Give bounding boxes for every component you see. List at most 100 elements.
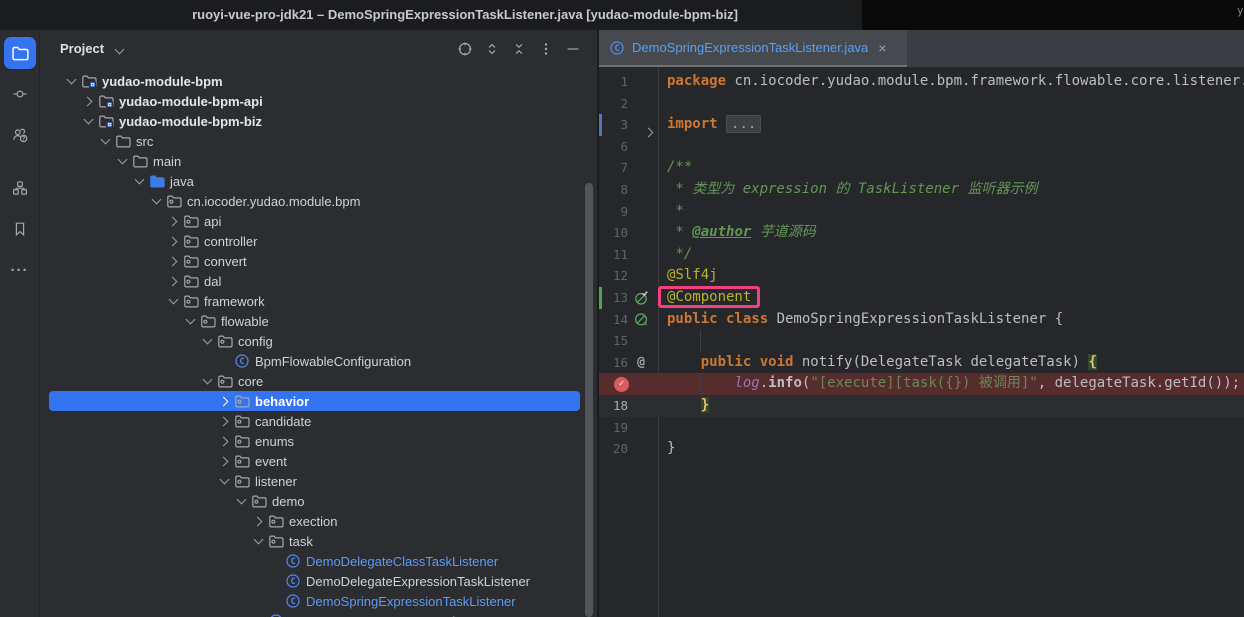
breakpoint-icon[interactable]: ✓ (614, 377, 629, 392)
code-text[interactable]: @Component (658, 287, 1244, 309)
gutter[interactable]: 3 (599, 114, 658, 136)
spring-check-icon[interactable] (633, 290, 649, 306)
chevron-down-icon[interactable] (148, 193, 166, 209)
code-text[interactable]: public class DemoSpringExpressionTaskLis… (658, 309, 1244, 331)
chevron-down-icon[interactable] (80, 113, 98, 129)
tree-row-framework[interactable]: framework (40, 291, 597, 311)
tree-row-behavior[interactable]: behavior (40, 391, 597, 411)
toolstrip-more-tool-windows-button[interactable]: ··· (4, 254, 36, 286)
code-text[interactable]: package cn.iocoder.yudao.module.bpm.fram… (658, 71, 1244, 93)
code-line[interactable]: 7/** (599, 157, 1244, 179)
tree-row-BpmFlowableConfiguration[interactable]: CBpmFlowableConfiguration (40, 351, 597, 371)
tree-row-yudao-module-bpm-api[interactable]: yudao-module-bpm-api (40, 91, 597, 111)
code-line[interactable]: 10 * @author 芋道源码 (599, 222, 1244, 244)
gutter[interactable]: 14 (599, 309, 658, 331)
chevron-down-icon[interactable] (182, 313, 200, 329)
code-text[interactable]: */ (658, 244, 1244, 266)
annotated-marker-icon[interactable]: @ (637, 352, 645, 374)
code-text[interactable]: * 类型为 expression 的 TaskListener 监听器示例 (658, 179, 1244, 201)
tree-row-listener[interactable]: listener (40, 471, 597, 491)
chevron-right-icon[interactable] (165, 253, 183, 269)
tree-row-dal[interactable]: dal (40, 271, 597, 291)
code-text[interactable]: /** (658, 157, 1244, 179)
tree-row-BpmProcessInstanceEventListener[interactable]: CBpmProcessInstanceEventListener (40, 611, 597, 617)
tree-row-api[interactable]: api (40, 211, 597, 231)
gutter[interactable]: 2 (599, 93, 658, 115)
collapse-all-icon[interactable] (511, 41, 527, 57)
tree-row-enums[interactable]: enums (40, 431, 597, 451)
code-text[interactable] (658, 136, 1244, 158)
tree-row-cn.iocoder.yudao.module.bpm[interactable]: cn.iocoder.yudao.module.bpm (40, 191, 597, 211)
tree-row-task[interactable]: task (40, 531, 597, 551)
code-line[interactable]: 2 (599, 93, 1244, 115)
chevron-down-icon[interactable] (114, 153, 132, 169)
chevron-right-icon[interactable] (165, 273, 183, 289)
project-panel-title[interactable]: Project (60, 41, 104, 56)
more-vertical-icon[interactable] (538, 41, 554, 57)
code-line[interactable]: 3import ... (599, 114, 1244, 136)
code-text[interactable]: * (658, 201, 1244, 223)
tree-row-DemoDelegateClassTaskListener[interactable]: CDemoDelegateClassTaskListener (40, 551, 597, 571)
gutter[interactable]: 8 (599, 179, 658, 201)
code-line[interactable]: 15 (599, 330, 1244, 352)
chevron-down-icon[interactable] (199, 373, 217, 389)
gutter[interactable]: 10 (599, 222, 658, 244)
tree-row-convert[interactable]: convert (40, 251, 597, 271)
code-line[interactable]: 13@Component (599, 287, 1244, 309)
gutter[interactable]: 18 (599, 395, 658, 417)
code-text[interactable]: } (658, 395, 1244, 417)
gutter[interactable]: 1 (599, 71, 658, 93)
code-line[interactable]: 14public class DemoSpringExpressionTaskL… (599, 309, 1244, 331)
gutter[interactable]: 19 (599, 417, 658, 439)
chevron-down-icon[interactable] (216, 473, 234, 489)
tree-row-java[interactable]: java (40, 171, 597, 191)
tree-row-core[interactable]: core (40, 371, 597, 391)
code-editor[interactable]: 1package cn.iocoder.yudao.module.bpm.fra… (599, 67, 1244, 617)
gutter[interactable]: 20 (599, 438, 658, 460)
code-text[interactable]: log.info("[execute][task({}) 被调用]", dele… (658, 373, 1244, 395)
editor-tab-active[interactable]: C DemoSpringExpressionTaskListener.java … (599, 30, 907, 67)
toolstrip-project-button[interactable] (4, 37, 36, 69)
tree-row-demo[interactable]: demo (40, 491, 597, 511)
code-line[interactable]: 9 * (599, 201, 1244, 223)
toolstrip-commit-button[interactable] (4, 78, 36, 110)
tree-row-controller[interactable]: controller (40, 231, 597, 251)
tree-row-main[interactable]: main (40, 151, 597, 171)
tree-row-candidate[interactable]: candidate (40, 411, 597, 431)
code-line[interactable]: 16@ public void notify(DelegateTask dele… (599, 352, 1244, 374)
chevron-down-icon[interactable] (250, 533, 268, 549)
tree-scrollbar[interactable] (585, 183, 593, 617)
hide-icon[interactable] (565, 41, 581, 57)
code-text[interactable]: } (658, 438, 1244, 460)
toolstrip-structure-button[interactable] (4, 172, 36, 204)
code-text[interactable] (658, 417, 1244, 439)
tree-row-DemoDelegateExpressionTaskListener[interactable]: CDemoDelegateExpressionTaskListener (40, 571, 597, 591)
gutter[interactable]: 7 (599, 157, 658, 179)
tree-row-yudao-module-bpm[interactable]: yudao-module-bpm (40, 71, 597, 91)
chevron-right-icon[interactable] (216, 433, 234, 449)
locate-icon[interactable] (457, 41, 473, 57)
toolstrip-bookmarks-button[interactable] (4, 213, 36, 245)
tree-row-flowable[interactable]: flowable (40, 311, 597, 331)
code-text[interactable]: import ... (658, 114, 1244, 136)
tree-row-event[interactable]: event (40, 451, 597, 471)
chevron-right-icon[interactable] (165, 233, 183, 249)
code-text[interactable] (658, 330, 1244, 352)
code-line[interactable]: 12@Slf4j (599, 265, 1244, 287)
chevron-down-icon[interactable] (199, 333, 217, 349)
toolstrip-pull-requests-button[interactable]: ? (4, 119, 36, 151)
gutter[interactable]: 11 (599, 244, 658, 266)
code-line[interactable]: ✓ log.info("[execute][task({}) 被调用]", de… (599, 373, 1244, 395)
chevron-right-icon[interactable] (216, 453, 234, 469)
tree-row-exection[interactable]: exection (40, 511, 597, 531)
tree-row-src[interactable]: src (40, 131, 597, 151)
code-line[interactable]: 6 (599, 136, 1244, 158)
chevron-right-icon[interactable] (250, 513, 268, 529)
code-text[interactable]: @Slf4j (658, 265, 1244, 287)
gutter[interactable]: 16@ (599, 352, 658, 374)
code-line[interactable]: 18 } (599, 395, 1244, 417)
code-line[interactable]: 8 * 类型为 expression 的 TaskListener 监听器示例 (599, 179, 1244, 201)
tree-row-config[interactable]: config (40, 331, 597, 351)
gutter[interactable]: ✓ (599, 373, 658, 395)
gutter[interactable]: 13 (599, 287, 658, 309)
